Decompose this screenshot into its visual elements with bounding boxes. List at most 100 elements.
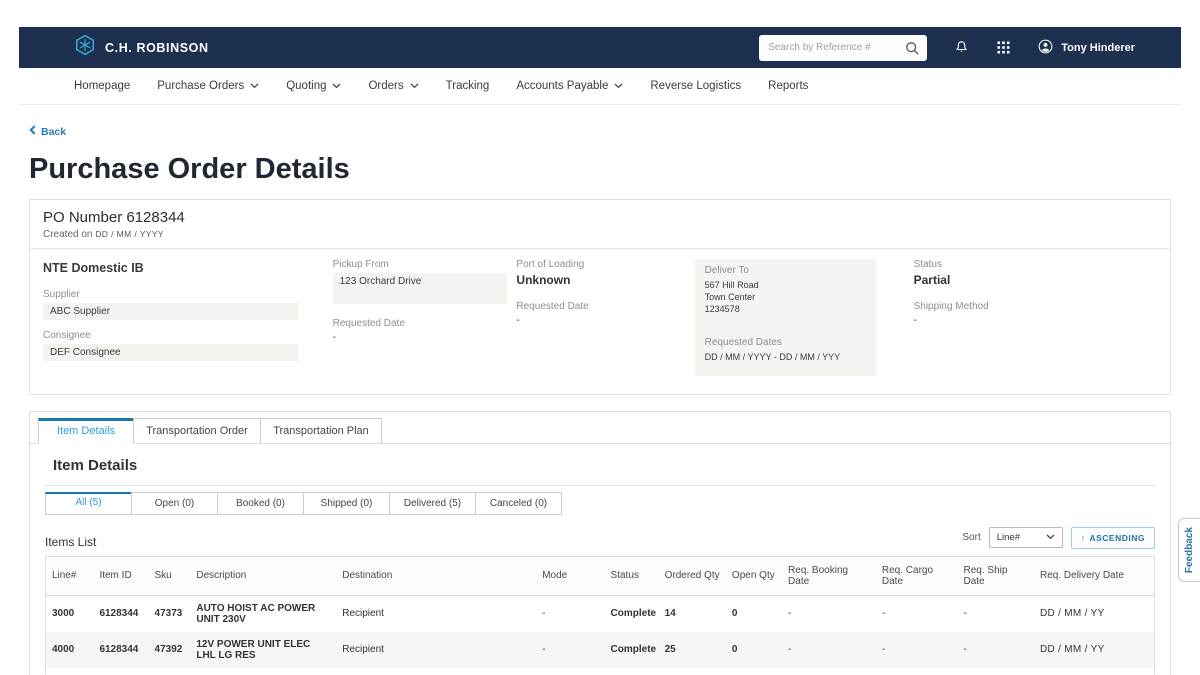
filter-tab-all[interactable]: All (5) [45, 492, 132, 515]
cell-item-id: 6128344 [93, 632, 148, 668]
shipping-method-value: - [914, 315, 1157, 326]
cell-status: Complete [605, 632, 659, 668]
arrow-up-icon: ↑ [1081, 533, 1086, 543]
pickup-from-value: 123 Orchard Drive [333, 273, 508, 304]
consignee-value: DEF Consignee [43, 344, 298, 361]
tab-item-details[interactable]: Item Details [38, 418, 134, 444]
cell-item-id: 6128344 [93, 668, 148, 675]
pickup-requested-date-label: Requested Date [333, 318, 517, 329]
table-row: 3000 6128344 47373 AUTO HOIST AC POWER U… [46, 595, 1155, 632]
cell-req-booking-date: - [782, 668, 876, 675]
table-row: 4000 6128344 47392 12V POWER UNIT ELEC L… [46, 632, 1155, 668]
nav-item-reports[interactable]: Reports [768, 80, 808, 92]
nav-item-orders[interactable]: Orders [368, 80, 418, 92]
items-list-label: Items List [45, 535, 96, 549]
port-of-loading-value: Unknown [516, 273, 694, 287]
apps-grid-icon[interactable] [996, 40, 1011, 55]
nav-item-quoting[interactable]: Quoting [286, 80, 341, 92]
supplier-label: Supplier [43, 289, 333, 300]
chevron-down-icon [614, 80, 623, 92]
cell-req-ship-date: - [958, 632, 1035, 668]
column-header: Item ID [93, 556, 148, 595]
cell-req-cargo-date: - [876, 595, 958, 632]
cell-req-delivery-date: DD / MM / YY [1034, 668, 1154, 675]
search-input[interactable] [759, 35, 927, 61]
nav-item-accounts-payable[interactable]: Accounts Payable [516, 80, 623, 92]
nav-item-homepage[interactable]: Homepage [74, 80, 130, 92]
tab-transportation-order[interactable]: Transportation Order [133, 418, 261, 443]
top-header: C.H. ROBINSON [19, 27, 1181, 68]
deliver-to-label: Deliver To [705, 265, 866, 276]
column-header: Req. Ship Date [958, 556, 1035, 595]
tab-transportation-plan[interactable]: Transportation Plan [260, 418, 382, 443]
nav-item-tracking[interactable]: Tracking [446, 80, 490, 92]
cell-sku: 53460 [149, 668, 191, 675]
page-title: Purchase Order Details [29, 153, 1171, 186]
cell-open-qty: 0 [726, 632, 782, 668]
pickup-requested-date-value: - [333, 332, 517, 343]
details-panel: Item Details Transportation Order Transp… [29, 411, 1171, 675]
cell-req-cargo-date: - [876, 632, 958, 668]
order-type: NTE Domestic IB [43, 261, 333, 275]
cell-status: Complete [605, 668, 659, 675]
feedback-label: Feedback [1184, 527, 1195, 573]
filter-tab-shipped[interactable]: Shipped (0) [303, 492, 390, 515]
cell-mode: - [536, 632, 604, 668]
sort-direction-button[interactable]: ↑ ASCENDING [1071, 527, 1155, 549]
cell-description: AUTO HOIST AC POWER UNIT 230V [190, 595, 336, 632]
cell-sku: 47392 [149, 632, 191, 668]
filter-tab-delivered[interactable]: Delivered (5) [389, 492, 476, 515]
cell-req-booking-date: - [782, 632, 876, 668]
cell-destination: Recipient [336, 595, 536, 632]
sort-label: Sort [962, 532, 980, 543]
notifications-bell-icon[interactable] [953, 39, 970, 56]
filter-tab-booked[interactable]: Booked (0) [217, 492, 304, 515]
chevron-down-icon [250, 80, 259, 92]
cell-description: DUMP TRAILER PU DA 1.1GAL TANK [190, 668, 336, 675]
user-menu[interactable]: Tony Hinderer [1037, 38, 1135, 58]
cell-req-ship-date: - [958, 595, 1035, 632]
column-header: Req. Cargo Date [876, 556, 958, 595]
column-header: Open Qty [726, 556, 782, 595]
status-filter-tabs: All (5) Open (0) Booked (0) Shipped (0) … [45, 492, 1155, 515]
search-icon[interactable] [904, 40, 920, 61]
column-header: Ordered Qty [659, 556, 726, 595]
feedback-tab[interactable]: Feedback [1178, 518, 1200, 582]
shipping-method-label: Shipping Method [914, 301, 1157, 312]
items-table-header-row: Line#Item IDSkuDescriptionDestinationMod… [46, 556, 1155, 595]
sort-field-select[interactable]: Line# [989, 527, 1063, 548]
user-name: Tony Hinderer [1061, 42, 1135, 54]
cell-req-delivery-date: DD / MM / YY [1034, 632, 1154, 668]
nav-item-purchase-orders[interactable]: Purchase Orders [157, 80, 259, 92]
cell-ordered-qty: 19 [659, 668, 726, 675]
column-header: Sku [149, 556, 191, 595]
supplier-value: ABC Supplier [43, 303, 298, 320]
cell-line: 3000 [46, 595, 94, 632]
cell-ordered-qty: 14 [659, 595, 726, 632]
user-avatar-icon [1037, 38, 1054, 58]
po-created: Created on DD / MM / YYYY [43, 229, 1157, 240]
table-row: 6000 6128344 53460 DUMP TRAILER PU DA 1.… [46, 668, 1155, 675]
app-window: C.H. ROBINSON [19, 27, 1181, 675]
cell-sku: 47373 [149, 595, 191, 632]
filter-tab-open[interactable]: Open (0) [131, 492, 218, 515]
column-header: Req. Delivery Date [1034, 556, 1154, 595]
cell-item-id: 6128344 [93, 595, 148, 632]
filter-tab-canceled[interactable]: Canceled (0) [475, 492, 562, 515]
status-label: Status [914, 259, 1157, 270]
search-box [759, 35, 927, 61]
consignee-label: Consignee [43, 330, 333, 341]
po-number: PO Number 6128344 [43, 209, 1157, 226]
port-requested-date-value: - [516, 315, 694, 326]
nav-item-reverse-logistics[interactable]: Reverse Logistics [650, 80, 741, 92]
cell-ordered-qty: 25 [659, 632, 726, 668]
main-nav: Homepage Purchase Orders Quoting Orders … [19, 68, 1181, 105]
cell-line: 4000 [46, 632, 94, 668]
page-content: Back Purchase Order Details PO Number 61… [19, 105, 1181, 675]
detail-tabs: Item Details Transportation Order Transp… [30, 412, 1170, 444]
cell-open-qty: 0 [726, 595, 782, 632]
cell-status: Complete [605, 595, 659, 632]
sort-controls: Sort Line# ↑ ASCENDING [962, 527, 1155, 549]
chevron-down-icon [410, 80, 419, 92]
back-link[interactable]: Back [29, 125, 66, 138]
